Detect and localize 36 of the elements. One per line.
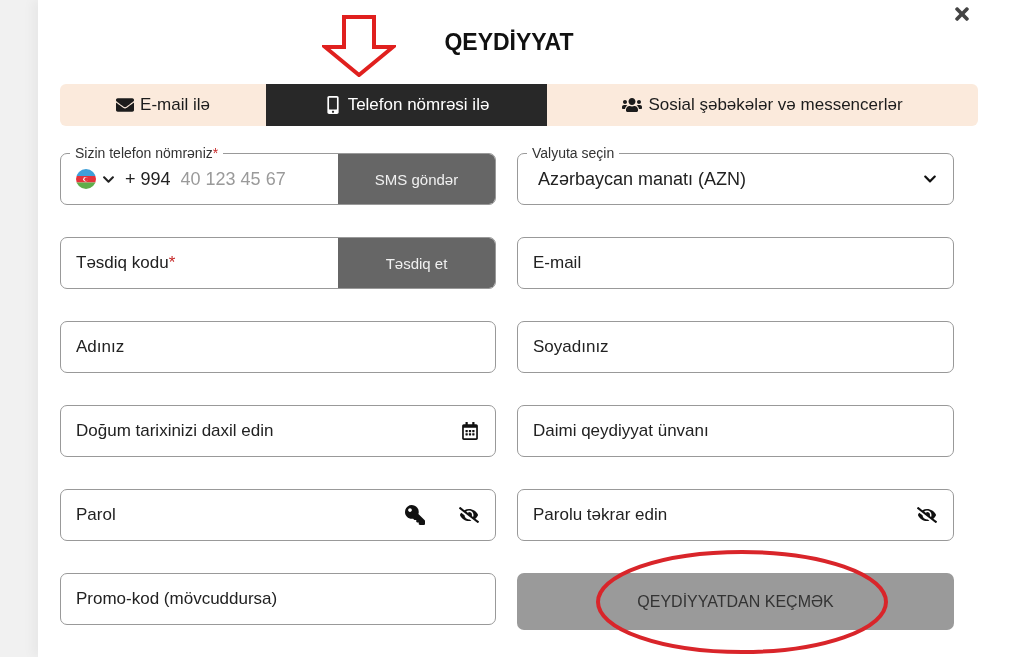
date-field[interactable]: Doğum tarixinizi daxil edin: [60, 405, 496, 457]
key-icon[interactable]: [405, 505, 425, 525]
eye-slash-icon[interactable]: [459, 505, 479, 525]
text-field[interactable]: E-mail: [517, 237, 954, 289]
confirm-button[interactable]: Təsdiq et: [338, 238, 495, 288]
flag-icon: [76, 169, 96, 189]
password-field[interactable]: Parolu təkrar edin: [517, 489, 954, 541]
text-field[interactable]: Adınız: [60, 321, 496, 373]
country-code: + 994: [125, 168, 171, 190]
text-field[interactable]: Soyadınız: [517, 321, 954, 373]
field-label: Adınız: [75, 337, 125, 357]
calendar-icon[interactable]: [461, 422, 479, 440]
field-label: Təsdiq kodu*: [75, 253, 176, 273]
close-icon[interactable]: [952, 4, 972, 24]
eye-slash-icon[interactable]: [917, 505, 937, 525]
tab[interactable]: Sosial şəbəkələr və messencerlər: [547, 84, 978, 126]
people-icon: [622, 95, 643, 115]
field-label: Doğum tarixinizi daxil edin: [75, 421, 274, 441]
field-label: Valyuta seçin: [527, 145, 620, 161]
password-field[interactable]: Parol: [60, 489, 496, 541]
field-label: Sizin telefon nömrəniz*: [70, 145, 224, 161]
text-field[interactable]: Promo-kod (mövcuddursa): [60, 573, 496, 625]
tab[interactable]: E-mail ilə: [60, 84, 266, 126]
field-label: Daimi qeydiyyat ünvanı: [532, 421, 709, 441]
text-field[interactable]: Daimi qeydiyyat ünvanı: [517, 405, 954, 457]
modal-title: QEYDİYYAT: [444, 28, 574, 56]
field-label: Soyadınız: [532, 337, 609, 357]
field-label: Promo-kod (mövcuddursa): [75, 589, 278, 609]
tab[interactable]: Telefon nömrəsi ilə: [266, 84, 547, 126]
send-sms-button[interactable]: SMS göndər: [338, 154, 495, 204]
select-value: Azərbaycan manatı (AZN): [537, 168, 747, 190]
field-label: Parol: [75, 505, 116, 525]
code-field[interactable]: Təsdiq kodu* Təsdiq et: [60, 237, 496, 289]
field-label: E-mail: [532, 253, 582, 273]
envelope-icon: [116, 96, 135, 114]
field-label: Parolu təkrar edin: [532, 505, 668, 525]
